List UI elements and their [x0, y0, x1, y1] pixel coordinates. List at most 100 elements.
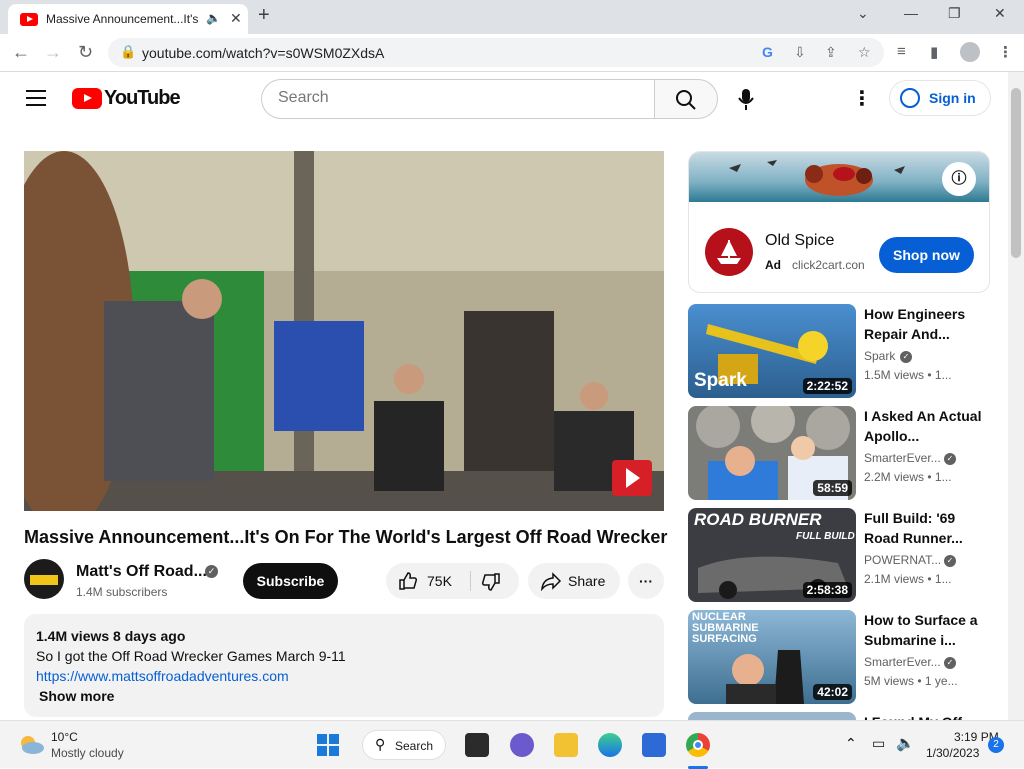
browser-tab[interactable]: Massive Announcement...It's 🔈 ✕	[8, 4, 248, 34]
network-icon[interactable]: ▭	[872, 735, 885, 752]
taskbar-search-button[interactable]: ⚲ Search	[362, 730, 446, 760]
verified-check-icon: ✓	[944, 555, 956, 567]
thumbnail-label: ROAD BURNER	[694, 510, 822, 529]
maximize-button[interactable]: ❐	[948, 5, 961, 22]
recommended-video[interactable]: Spark 2:22:52 How Engineers Repair And..…	[688, 304, 990, 398]
rec-title[interactable]: How Engineers Repair And...	[864, 304, 982, 344]
close-window-button[interactable]: ✕	[994, 5, 1006, 22]
google-translate-icon[interactable]: G	[762, 44, 773, 60]
volume-icon[interactable]: 🔈	[896, 734, 915, 752]
microsoft-store-icon[interactable]	[642, 733, 666, 757]
sign-in-button[interactable]: Sign in	[889, 80, 991, 116]
youtube-logo-icon[interactable]	[72, 88, 102, 109]
search-button[interactable]	[654, 79, 718, 119]
recommended-video[interactable]: ROAD BURNER FULL BUILD 2:58:38 Full Buil…	[688, 508, 990, 602]
search-input[interactable]	[278, 89, 638, 107]
ad-brand-name[interactable]: Old Spice	[765, 232, 834, 250]
description-link[interactable]: https://www.mattsoffroadadventures.com	[36, 668, 289, 684]
video-player[interactable]	[24, 151, 664, 511]
channel-logo-icon	[30, 575, 58, 585]
url-text[interactable]: youtube.com/watch?v=s0WSM0ZXdsA	[142, 45, 384, 61]
clock-date[interactable]: 1/30/2023	[926, 746, 979, 760]
video-thumbnail[interactable]: 58:59	[688, 406, 856, 500]
rec-channel[interactable]: Spark	[864, 349, 895, 363]
scrollbar-thumb[interactable]	[1011, 88, 1021, 258]
video-thumbnail[interactable]: NUCLEAR SUBMARINE SURFACING 42:02	[688, 610, 856, 704]
more-options-icon[interactable]: ⋮	[852, 86, 872, 111]
omnibox[interactable]: 🔒 youtube.com/watch?v=s0WSM0ZXdsA G ⇩ ⇪ …	[108, 38, 884, 67]
rec-age: 1...	[934, 368, 952, 382]
task-view-icon[interactable]	[465, 733, 489, 757]
show-hidden-icons-chevron-icon[interactable]: ⌃	[845, 735, 857, 752]
browser-tab-bar: Massive Announcement...It's 🔈 ✕ + ⌄ — ❐ …	[0, 0, 1024, 34]
edge-browser-icon[interactable]	[598, 733, 622, 757]
dislike-button[interactable]	[471, 563, 519, 599]
lock-icon[interactable]: 🔒	[120, 44, 136, 60]
new-tab-button[interactable]: +	[258, 4, 270, 27]
ship-icon	[717, 240, 741, 264]
rec-channel[interactable]: SmarterEver...	[864, 451, 941, 465]
back-icon[interactable]: ←	[12, 42, 30, 63]
rec-title[interactable]: Full Build: '69 Road Runner...	[864, 508, 982, 548]
ad-info-icon[interactable]: ⓘ	[942, 162, 976, 196]
chat-icon[interactable]	[510, 733, 534, 757]
close-tab-icon[interactable]: ✕	[230, 10, 242, 27]
views-and-date: 1.4M views 8 days ago	[36, 628, 186, 644]
shop-now-button[interactable]: Shop now	[879, 237, 974, 273]
verified-check-icon: ✓	[900, 351, 912, 363]
youtube-wordmark[interactable]: YouTube	[104, 87, 181, 110]
address-bar-row: ← → ↻ 🔒 youtube.com/watch?v=s0WSM0ZXdsA …	[0, 34, 1024, 72]
minimize-button[interactable]: —	[904, 5, 918, 21]
rec-age: 1...	[934, 470, 952, 484]
rec-title[interactable]: I Asked An Actual Apollo...	[864, 406, 982, 446]
rec-title[interactable]: How to Surface a Submarine i...	[864, 610, 982, 650]
weather-temperature[interactable]: 10°C	[51, 730, 78, 744]
like-button[interactable]: 75K	[386, 563, 470, 599]
side-panel-icon[interactable]: ▮	[930, 43, 938, 61]
hamburger-menu-icon[interactable]	[26, 90, 46, 106]
more-actions-button[interactable]: ···	[628, 563, 664, 599]
video-thumbnail[interactable]: Spark 2:22:52	[688, 304, 856, 398]
tab-title: Massive Announcement...It's	[46, 12, 199, 26]
recommended-video[interactable]: I Found My Off...	[688, 712, 990, 720]
subscriber-count: 1.4M subscribers	[76, 585, 168, 599]
media-control-icon[interactable]: ≡	[897, 43, 906, 60]
rec-channel[interactable]: POWERNAT...	[864, 553, 941, 567]
video-thumbnail[interactable]	[688, 712, 856, 720]
tab-search-chevron-icon[interactable]: ⌄	[857, 5, 869, 22]
subscribe-button[interactable]: Subscribe	[243, 563, 338, 599]
old-spice-logo-icon[interactable]	[705, 228, 753, 276]
search-box[interactable]	[261, 79, 655, 119]
install-icon[interactable]: ⇩	[794, 44, 806, 61]
speaker-icon[interactable]: 🔈	[206, 11, 221, 25]
notification-badge[interactable]: 2	[988, 737, 1004, 753]
video-thumbnail[interactable]: ROAD BURNER FULL BUILD 2:58:38	[688, 508, 856, 602]
ellipsis-icon: ···	[639, 573, 653, 589]
weather-cloud-icon[interactable]	[16, 731, 46, 757]
verified-check-icon: ✓	[205, 565, 218, 578]
profile-icon[interactable]	[960, 42, 980, 62]
share-page-icon[interactable]: ⇪	[825, 44, 837, 61]
rec-title[interactable]: I Found My Off...	[864, 712, 982, 720]
windows-start-icon[interactable]	[316, 733, 340, 757]
voice-search-button[interactable]	[733, 86, 759, 112]
bookmark-star-icon[interactable]: ☆	[858, 44, 871, 61]
account-icon	[900, 88, 920, 108]
recommended-video[interactable]: NUCLEAR SUBMARINE SURFACING 42:02 How to…	[688, 610, 990, 704]
chrome-icon[interactable]	[686, 733, 710, 757]
weather-condition[interactable]: Mostly cloudy	[51, 746, 124, 760]
description-text: So I got the Off Road Wrecker Games Marc…	[36, 648, 346, 664]
share-button[interactable]: Share	[528, 563, 620, 599]
file-explorer-icon[interactable]	[554, 733, 578, 757]
description-box[interactable]: 1.4M views 8 days ago So I got the Off R…	[24, 614, 664, 717]
duration-badge: 58:59	[813, 480, 852, 496]
show-more-button[interactable]: Show more	[39, 688, 114, 704]
reload-icon[interactable]: ↻	[78, 42, 93, 63]
forward-icon[interactable]: →	[44, 42, 62, 63]
ad-card[interactable]: ⓘ Old Spice Ad click2cart.con Shop now	[688, 151, 990, 293]
recommended-video[interactable]: 58:59 I Asked An Actual Apollo... Smarte…	[688, 406, 990, 500]
browser-menu-icon[interactable]: ⋮	[998, 43, 1013, 61]
channel-avatar[interactable]	[24, 559, 64, 599]
channel-name[interactable]: Matt's Off Road...	[76, 563, 207, 581]
rec-channel[interactable]: SmarterEver...	[864, 655, 941, 669]
